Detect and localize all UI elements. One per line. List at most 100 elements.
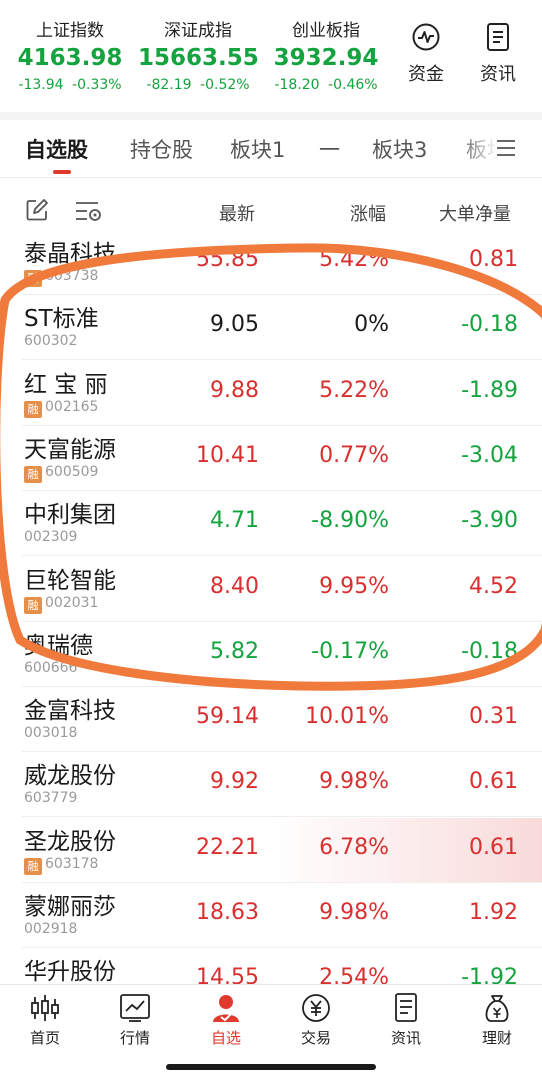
index-change: -13.94 -0.33%	[10, 77, 130, 93]
stock-code: 603178	[45, 855, 99, 872]
column-latest-price[interactable]: 最新	[219, 200, 255, 226]
stock-change-percent: 0%	[354, 312, 389, 338]
index-name: 上证指数	[36, 21, 104, 41]
nav-market[interactable]: 行情	[90, 993, 180, 1048]
filter-settings-icon[interactable]	[74, 198, 104, 224]
nav-trade[interactable]: 交易	[271, 993, 361, 1048]
stock-price: 5.82	[210, 638, 259, 664]
index-value: 15663.55	[138, 45, 259, 71]
stock-change-percent: 9.98%	[319, 900, 389, 925]
stock-price: 9.05	[210, 312, 259, 338]
index-name: 创业板指	[292, 21, 360, 41]
tab-holdings[interactable]: 持仓股	[130, 134, 193, 164]
nav-watchlist[interactable]: 自选	[181, 993, 271, 1048]
stock-change-percent: 9.95%	[319, 573, 389, 599]
stock-code-line: 002309	[24, 529, 77, 545]
stock-row[interactable]: 威龙股份 603779 9.92 9.98% 0.61	[0, 752, 542, 818]
index-value: 3932.94	[273, 45, 379, 71]
index-change-points: -13.94	[18, 77, 64, 93]
news-label: 资讯	[480, 64, 516, 85]
index-card-chinext[interactable]: 创业板指 3932.94 -18.20 -0.46%	[264, 16, 388, 93]
nav-home[interactable]: 首页	[0, 993, 90, 1048]
stock-row[interactable]: 金富科技 003018 59.14 10.01% 0.31	[0, 687, 542, 753]
stock-code-line: 融 002165	[24, 399, 98, 418]
stock-row[interactable]: 中利集团 002309 4.71 -8.90% -3.90	[0, 491, 542, 557]
stock-row[interactable]: ST标准 600302 9.05 0% -0.18	[0, 295, 542, 361]
stock-big-order-net: 0.31	[469, 704, 518, 730]
stock-code-line: 600666	[24, 660, 77, 676]
tab-sector-3[interactable]: 板块3	[372, 134, 427, 164]
margin-trading-badge: 融	[24, 857, 42, 875]
column-change-percent[interactable]: 涨幅	[350, 200, 386, 226]
stock-code: 600302	[24, 333, 78, 350]
index-header: 上证指数 4163.98 -13.94 -0.33% 深证成指 15663.55…	[0, 0, 542, 110]
news-button[interactable]: 资讯	[472, 22, 524, 86]
trade-yen-icon	[302, 994, 330, 1022]
stock-big-order-net: 0.61	[469, 769, 518, 795]
stock-row[interactable]: 奥瑞德 600666 5.82 -0.17% -0.18	[0, 622, 542, 687]
index-change-percent: -0.33%	[72, 77, 122, 93]
column-header: 最新 涨幅 大单净量	[0, 186, 542, 236]
index-card-shenzhen[interactable]: 深证成指 15663.55 -82.19 -0.52%	[138, 16, 259, 93]
stock-row[interactable]: 泰晶科技融 603738 55.85 5.42% 0.81	[0, 236, 542, 295]
stock-price: 18.63	[196, 900, 259, 925]
stock-name: 蒙娜丽莎	[24, 894, 116, 920]
stock-code-line: 002918	[24, 921, 77, 937]
nav-label: 自选	[210, 1029, 241, 1047]
stock-name: 中利集团	[24, 502, 116, 529]
stock-change-percent: 10.01%	[305, 704, 389, 730]
stock-big-order-net: -1.89	[461, 377, 518, 403]
stock-row[interactable]: 天富能源融 600509 10.41 0.77% -3.04	[0, 426, 542, 491]
edit-icon[interactable]	[25, 198, 49, 222]
section-divider	[0, 112, 542, 120]
margin-trading-badge: 融	[24, 596, 42, 614]
stock-price: 10.41	[196, 442, 259, 468]
wealth-bag-icon	[485, 995, 509, 1022]
stock-change-percent: 0.77%	[319, 442, 389, 468]
stock-row[interactable]: 红 宝 丽融 002165 9.88 5.22% -1.89	[0, 361, 542, 426]
watchlist-icon	[213, 995, 239, 1022]
news-icon	[487, 23, 509, 51]
stock-price: 14.55	[196, 965, 259, 984]
nav-label: 首页	[29, 1029, 60, 1047]
stock-change-percent: 6.78%	[319, 834, 389, 860]
stock-code: 002309	[24, 529, 78, 546]
stock-code: 600666	[24, 659, 78, 676]
stock-big-order-net: 0.81	[469, 247, 518, 272]
capital-flow-button[interactable]: 资金	[400, 22, 452, 86]
index-change: -18.20 -0.46%	[264, 77, 388, 93]
stock-code-line: 融 603178	[24, 856, 98, 875]
column-big-order-net[interactable]: 大单净量	[439, 200, 511, 226]
tab-sector-2[interactable]: 一	[319, 134, 340, 164]
stock-price: 8.40	[210, 573, 259, 599]
index-card-shanghai[interactable]: 上证指数 4163.98 -13.94 -0.33%	[10, 16, 130, 93]
tab-sector-1[interactable]: 板块1	[230, 134, 285, 164]
stock-row[interactable]: 蒙娜丽莎 002918 18.63 9.98% 1.92	[0, 883, 542, 948]
news-icon	[395, 993, 417, 1022]
stock-row[interactable]: 巨轮智能融 002031 8.40 9.95% 4.52	[0, 557, 542, 622]
stock-big-order-net: -0.18	[461, 312, 518, 338]
stock-name: 威龙股份	[24, 763, 116, 790]
stock-code: 603738	[45, 268, 99, 284]
stock-name: 奥瑞德	[24, 632, 93, 659]
capital-flow-label: 资金	[408, 64, 444, 85]
stock-change-percent: -8.90%	[311, 508, 389, 534]
tab-my-stocks[interactable]: 自选股	[25, 134, 88, 164]
stock-row[interactable]: 华升股份60015614.552.54%-1.92	[0, 948, 542, 984]
active-tab-indicator	[53, 170, 71, 174]
stock-row[interactable]: 圣龙股份融 603178 22.21 6.78% 0.61	[0, 817, 542, 883]
stock-code: 600509	[45, 463, 99, 480]
capital-flow-icon	[412, 23, 440, 51]
nav-wealth[interactable]: 理财	[452, 993, 542, 1048]
stock-name: ST标准	[24, 306, 99, 333]
stock-name: 金富科技	[24, 698, 116, 725]
stock-code: 003018	[24, 725, 78, 742]
stock-code-line: 融 600509	[24, 464, 98, 483]
nav-news[interactable]: 资讯	[361, 993, 451, 1048]
stock-big-order-net: -1.92	[461, 965, 518, 984]
tab-menu-button[interactable]	[495, 137, 517, 163]
stock-change-percent: -0.17%	[311, 638, 389, 664]
stock-change-percent: 5.22%	[319, 377, 389, 403]
stock-price: 22.21	[196, 834, 259, 860]
index-change-percent: -0.46%	[328, 77, 378, 93]
